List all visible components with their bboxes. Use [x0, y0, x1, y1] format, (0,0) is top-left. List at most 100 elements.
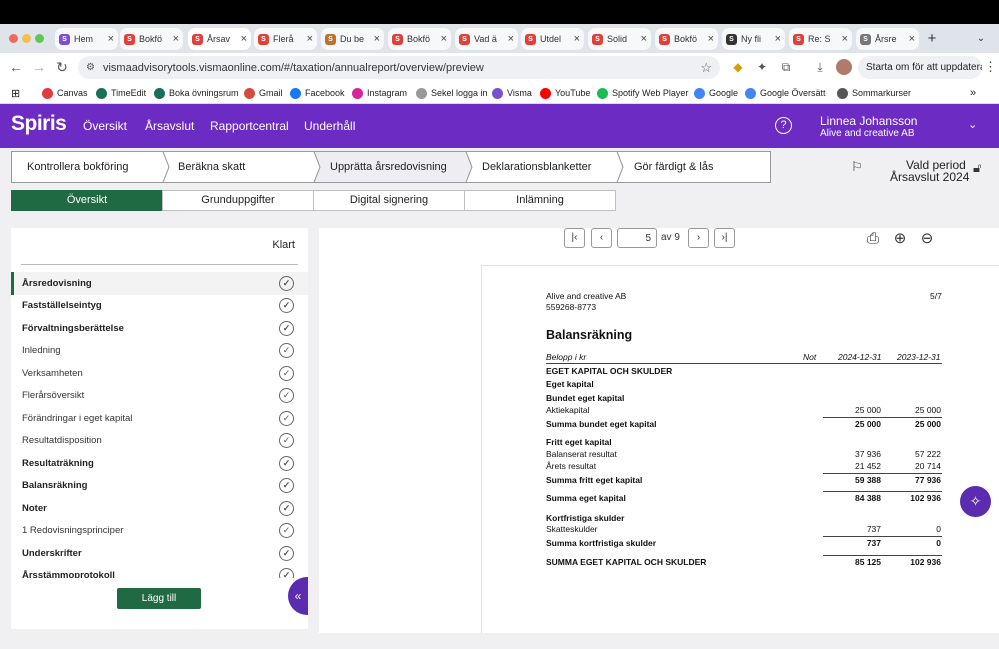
more-bookmarks-icon[interactable]: »	[970, 85, 976, 101]
section-item[interactable]: Förändringar i eget kapital ✓	[11, 407, 308, 430]
step-upprätta-arsredovisning[interactable]: Upprätta årsredovisning	[330, 161, 447, 173]
close-icon[interactable]: ×	[441, 33, 447, 45]
browser-menu-icon[interactable]: ⋮	[984, 59, 997, 75]
check-circle-icon[interactable]: ✓	[279, 433, 294, 449]
check-circle-icon[interactable]: ✓	[279, 275, 294, 291]
browser-tab[interactable]: S Re: S ×	[789, 28, 852, 50]
step-berakna-skatt[interactable]: Beräkna skatt	[178, 161, 245, 173]
previous-page-button[interactable]: ‹	[591, 228, 612, 248]
period-value[interactable]: Årsavslut 2024	[890, 170, 969, 184]
section-item[interactable]: Resultatdisposition ✓	[11, 430, 308, 453]
step-gor-fardigt[interactable]: Gör färdigt & lås	[634, 161, 713, 173]
zoom-out-icon[interactable]: ⊖	[918, 230, 936, 248]
lock-icon[interactable]: 🔓︎	[973, 160, 981, 176]
bookmark-item[interactable]: Gmail	[244, 85, 283, 101]
check-circle-icon[interactable]: ✓	[279, 410, 294, 426]
close-icon[interactable]: ×	[641, 33, 647, 45]
minimize-window-button[interactable]	[22, 34, 31, 43]
close-icon[interactable]: ×	[108, 33, 114, 45]
bookmark-item[interactable]: Instagram	[352, 85, 407, 101]
section-item[interactable]: Inledning ✓	[11, 340, 308, 363]
check-circle-icon[interactable]: ✓	[279, 320, 294, 336]
step-deklarationsblanketter[interactable]: Deklarationsblanketter	[482, 161, 591, 173]
download-icon[interactable]: ⤓	[812, 59, 828, 75]
close-icon[interactable]: ×	[508, 33, 514, 45]
check-circle-icon[interactable]: ✓	[279, 365, 294, 381]
bookmark-item[interactable]: Google	[694, 85, 738, 101]
close-icon[interactable]: ×	[842, 33, 848, 45]
close-icon[interactable]: ×	[775, 33, 781, 45]
browser-tab[interactable]: S Vad ä ×	[455, 28, 518, 50]
apps-grid-icon[interactable]: ⊞	[11, 85, 20, 101]
section-item[interactable]: Underskrifter ✓	[11, 542, 308, 565]
section-item[interactable]: Årsstämmoprotokoll ✓	[11, 565, 308, 578]
ai-assistant-button[interactable]: ✧	[960, 486, 991, 517]
close-icon[interactable]: ×	[173, 33, 179, 45]
section-item[interactable]: Verksamheten ✓	[11, 362, 308, 385]
profile-avatar[interactable]	[836, 59, 852, 75]
extension-icon[interactable]: ◆	[730, 59, 746, 75]
section-item[interactable]: Noter ✓	[11, 497, 308, 520]
section-item[interactable]: 1 Redovisningsprinciper ✓	[11, 520, 308, 543]
update-browser-button[interactable]: Starta om för att uppdatera	[858, 56, 982, 79]
section-item[interactable]: Balansräkning ✓	[11, 475, 308, 498]
bookmark-item[interactable]: Canvas	[42, 85, 88, 101]
browser-tab[interactable]: S Årsre ×	[856, 28, 919, 50]
bookmark-item[interactable]: Spotify Web Player	[597, 85, 688, 101]
bookmark-star-icon[interactable]: ☆	[700, 60, 712, 76]
check-circle-icon[interactable]: ✓	[279, 500, 294, 516]
check-circle-icon[interactable]: ✓	[279, 478, 294, 494]
url-text[interactable]: vismaadvisorytools.vismaonline.com/#/tax…	[103, 62, 700, 74]
bookmark-item[interactable]: Sommarkurser	[837, 85, 911, 101]
section-item[interactable]: Flerårsöversikt ✓	[11, 385, 308, 408]
add-section-button[interactable]: Lägg till	[117, 588, 201, 609]
browser-tab[interactable]: S Hem ×	[55, 28, 118, 50]
extensions-puzzle-icon[interactable]: ⧉	[778, 59, 794, 75]
close-icon[interactable]: ×	[708, 33, 714, 45]
check-circle-icon[interactable]: ✓	[279, 388, 294, 404]
close-icon[interactable]: ×	[374, 33, 380, 45]
tab-oversikt[interactable]: Översikt	[11, 190, 163, 211]
bookmark-item[interactable]: Sekel logga in	[416, 85, 488, 101]
next-page-button[interactable]: ›	[688, 228, 709, 248]
browser-tab[interactable]: S Du be ×	[321, 28, 384, 50]
bookmark-item[interactable]: YouTube	[540, 85, 590, 101]
section-item[interactable]: Förvaltningsberättelse ✓	[11, 317, 308, 340]
browser-tab[interactable]: S Bokfö ×	[120, 28, 183, 50]
close-window-button[interactable]	[9, 34, 18, 43]
page-number-input[interactable]	[617, 228, 657, 248]
close-icon[interactable]: ×	[307, 33, 313, 45]
print-icon[interactable]: ⎙	[864, 230, 882, 248]
browser-tab[interactable]: S Bokfö ×	[388, 28, 451, 50]
browser-tab[interactable]: S Flerå ×	[254, 28, 317, 50]
tab-inlamning[interactable]: Inlämning	[464, 190, 616, 211]
tab-search-icon[interactable]: ⌄	[972, 30, 990, 48]
step-kontrollera-bokforing[interactable]: Kontrollera bokföring	[27, 161, 129, 173]
back-icon[interactable]: ←	[7, 58, 25, 76]
tab-grunduppgifter[interactable]: Grunduppgifter	[162, 190, 314, 211]
chevron-down-icon[interactable]: ⌄	[968, 118, 977, 131]
last-page-button[interactable]: ›|	[714, 228, 735, 248]
bookmark-item[interactable]: Boka övningsrum	[154, 85, 239, 101]
nav-arsavslut[interactable]: Årsavslut	[145, 119, 194, 133]
bookmark-item[interactable]: Visma	[492, 85, 532, 101]
close-icon[interactable]: ×	[574, 33, 580, 45]
bookmark-item[interactable]: TimeEdit	[96, 85, 146, 101]
check-circle-icon[interactable]: ✓	[279, 523, 294, 539]
nav-oversikt[interactable]: Översikt	[83, 119, 127, 133]
extension-icon[interactable]: ✦	[754, 59, 770, 75]
new-tab-button[interactable]: +	[923, 30, 941, 48]
bookmark-item[interactable]: Google Översätt	[745, 85, 826, 101]
spiris-logo[interactable]: Spiris	[11, 112, 67, 136]
check-circle-icon[interactable]: ✓	[279, 298, 294, 314]
nav-rapportcentral[interactable]: Rapportcentral	[210, 119, 289, 133]
forward-icon[interactable]: →	[30, 58, 48, 76]
bookmark-item[interactable]: Facebook	[290, 85, 345, 101]
browser-tab[interactable]: S Utdel ×	[521, 28, 584, 50]
section-item[interactable]: Årsredovisning ✓	[11, 272, 308, 295]
tab-digital-signering[interactable]: Digital signering	[313, 190, 465, 211]
browser-tab[interactable]: S Solid ×	[588, 28, 651, 50]
browser-tab[interactable]: S Bokfö ×	[655, 28, 718, 50]
check-circle-icon[interactable]: ✓	[279, 568, 294, 578]
help-icon[interactable]: ?	[775, 117, 792, 134]
